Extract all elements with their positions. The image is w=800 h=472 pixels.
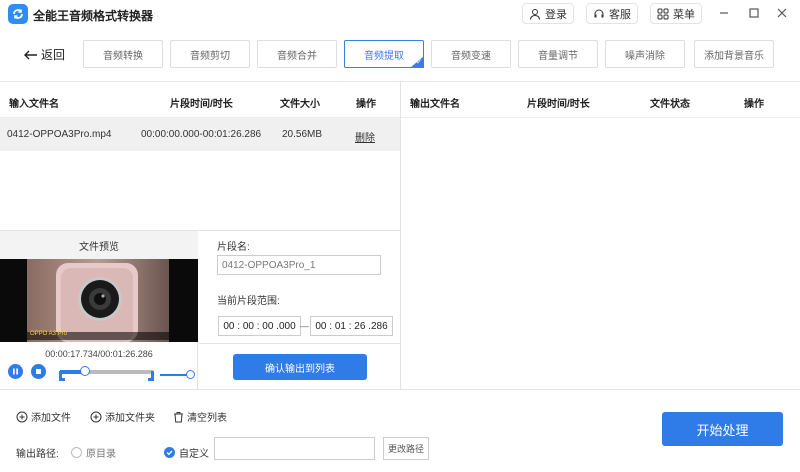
plus-circle-icon [90,411,102,422]
segment-name-input[interactable]: 0412-OPPOA3Pro_1 [217,255,381,275]
output-path-label: 输出路径: [16,449,59,460]
back-label: 返回 [41,48,66,62]
tab-add-bgm[interactable]: 添加背景音乐 [694,40,774,68]
add-file-button[interactable]: 添加文件 [16,409,71,424]
change-path-button[interactable]: 更改路径 [383,437,429,460]
range-end-input[interactable]: 00 : 01 : 26 .286 [310,316,393,336]
preview-area: 文件预览 OPPO A3 Pro 00:00:17.734/00:01:26.2… [0,230,400,390]
add-folder-label: 添加文件夹 [105,413,155,424]
tab-volume-adjust[interactable]: 音量调节 [518,40,598,68]
user-icon [530,8,540,20]
menu-button[interactable]: 菜单 [650,3,702,24]
preview-title: 文件预览 [0,231,198,259]
output-table-header: 输出文件名 片段时间/时长 文件状态 操作 [401,82,800,118]
col-header: 文件状态 [650,99,690,110]
col-header: 操作 [356,99,376,110]
col-header: 片段时间/时长 [527,99,590,110]
function-toolbar: 返回 音频转换 音频剪切 音频合并 音频提取 ✓ 音频变速 音量调节 噪声消除 … [0,28,800,82]
output-path-input[interactable] [214,437,375,460]
progress-slider[interactable] [60,366,153,376]
check-icon: ✓ [416,59,422,66]
tab-noise-removal[interactable]: 噪声消除 [605,40,685,68]
tab-label: 音频合并 [277,50,317,62]
radio-label: 原目录 [86,449,116,460]
playback-time: 00:00:17.734/00:01:26.286 [45,349,153,359]
volume-slider[interactable] [160,374,187,376]
video-frame [0,259,198,342]
preview-panel: 文件预览 OPPO A3 Pro 00:00:17.734/00:01:26.2… [0,231,198,390]
input-table-header: 输入文件名 片段时间/时长 文件大小 操作 [0,82,400,118]
pause-icon [13,368,18,375]
trash-icon [174,411,183,422]
service-label: 客服 [609,8,631,21]
tab-label: 音频提取 [364,50,404,62]
close-icon[interactable] [772,4,792,22]
radio-original-dir[interactable]: 原目录 [71,445,116,460]
video-preview[interactable]: OPPO A3 Pro [0,259,198,342]
col-header: 输出文件名 [410,99,460,110]
range-separator: — [300,321,309,331]
bottom-bar: 添加文件 添加文件夹 清空列表 输出路径: 原目录 自定义 更改路径 开始处理 [0,389,800,472]
panel-divider [400,82,401,389]
stop-icon [36,369,41,374]
arrow-left-icon [24,50,37,59]
app-title: 全能王音频格式转换器 [33,9,154,23]
add-file-label: 添加文件 [31,413,71,424]
video-caption: OPPO A3 Pro [30,331,68,337]
range-start-input[interactable]: 00 : 00 : 00 .000 [218,316,301,336]
tab-label: 音频转换 [103,50,143,62]
tab-label: 噪声消除 [625,50,665,62]
tab-label: 音频变速 [451,50,491,62]
file-name: 0412-OPPOA3Pro.mp4 [7,129,112,140]
app-logo-icon [8,4,28,24]
table-row[interactable]: 0412-OPPOA3Pro.mp4 00:00:00.000-00:01:26… [0,118,400,151]
service-button[interactable]: 客服 [586,3,638,24]
segment-range-label: 当前片段范围: [217,296,280,307]
clear-list-button[interactable]: 清空列表 [173,409,227,424]
add-folder-button[interactable]: 添加文件夹 [90,409,155,424]
segment-name-label: 片段名: [217,242,250,253]
tab-audio-merge[interactable]: 音频合并 [257,40,337,68]
tab-audio-cut[interactable]: 音频剪切 [170,40,250,68]
tab-audio-extract[interactable]: 音频提取 ✓ [344,40,424,68]
col-header: 输入文件名 [9,99,59,110]
progress-knob[interactable] [80,366,90,376]
login-button[interactable]: 登录 [522,3,574,24]
range-end-handle[interactable] [148,371,154,381]
tab-label: 添加背景音乐 [704,50,764,62]
confirm-output-button[interactable]: 确认输出到列表 [233,354,367,380]
segment-time: 00:00:00.000-00:01:26.286 [141,129,262,140]
minimize-icon[interactable] [714,4,734,22]
tab-audio-convert[interactable]: 音频转换 [83,40,163,68]
pause-button[interactable] [8,364,23,379]
col-header: 片段时间/时长 [170,99,233,110]
headset-icon [594,9,604,17]
plus-circle-icon [16,411,28,422]
start-process-button[interactable]: 开始处理 [662,412,783,446]
col-header: 文件大小 [280,99,320,110]
radio-checked-icon [164,447,175,458]
radio-custom-dir[interactable]: 自定义 [164,445,209,460]
file-size: 20.56MB [282,129,323,140]
delete-link[interactable]: 删除 [355,129,375,144]
grid-icon [657,8,669,19]
divider [199,343,400,344]
login-label: 登录 [545,8,567,21]
radio-unchecked-icon [71,447,82,458]
title-bar: 全能王音频格式转换器 登录 客服 菜单 [0,0,800,28]
tab-audio-speed[interactable]: 音频变速 [431,40,511,68]
back-button[interactable]: 返回 [24,46,65,63]
col-header: 操作 [744,99,764,110]
stop-button[interactable] [31,364,46,379]
clear-list-label: 清空列表 [187,413,227,424]
menu-label: 菜单 [673,8,695,21]
radio-label: 自定义 [179,449,209,460]
tab-label: 音频剪切 [190,50,230,62]
tab-label: 音量调节 [538,50,578,62]
maximize-icon[interactable] [744,4,764,22]
volume-knob[interactable] [186,370,195,379]
